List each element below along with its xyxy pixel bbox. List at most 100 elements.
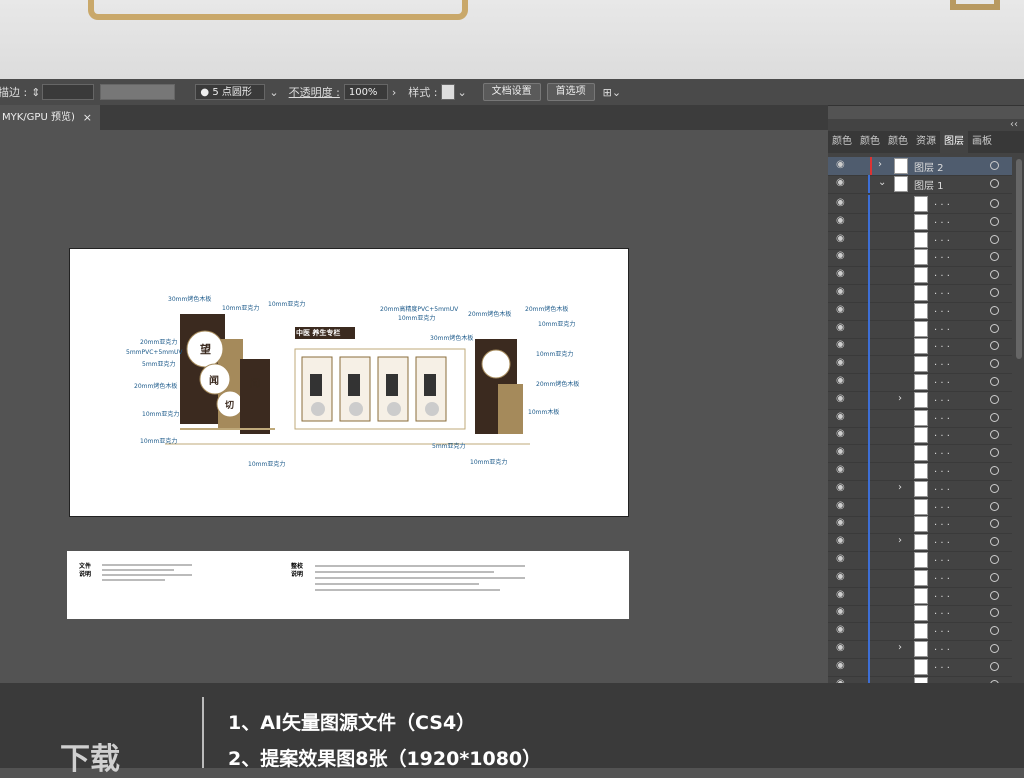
target-icon[interactable] bbox=[990, 179, 999, 188]
eye-icon[interactable]: ◉ bbox=[836, 375, 845, 386]
eye-icon[interactable]: ◉ bbox=[836, 411, 845, 422]
chevron-right-icon[interactable]: › bbox=[898, 642, 902, 653]
target-icon[interactable] bbox=[990, 448, 999, 458]
eye-icon[interactable]: ◉ bbox=[836, 553, 845, 564]
eye-icon[interactable]: ◉ bbox=[836, 268, 845, 279]
eye-icon[interactable]: ◉ bbox=[836, 357, 845, 368]
eye-icon[interactable]: ◉ bbox=[836, 197, 845, 208]
sublayer-row[interactable]: ◉ . . . bbox=[828, 444, 1012, 464]
collapse-icon[interactable]: ‹‹ bbox=[1010, 119, 1018, 130]
chevron-right-icon[interactable]: › bbox=[392, 86, 396, 99]
sublayer-row[interactable]: ◉ › . . . bbox=[828, 640, 1012, 659]
chevron-right-icon[interactable]: › bbox=[878, 159, 882, 170]
eye-icon[interactable]: ◉ bbox=[836, 571, 845, 582]
stroke-width-input[interactable] bbox=[42, 84, 95, 100]
style-swatch[interactable] bbox=[441, 84, 456, 100]
chevron-right-icon[interactable]: › bbox=[898, 393, 902, 404]
target-icon[interactable] bbox=[990, 537, 999, 547]
target-icon[interactable] bbox=[990, 661, 999, 671]
sublayer-row[interactable]: ◉ . . . bbox=[828, 266, 1012, 286]
target-icon[interactable] bbox=[990, 359, 999, 369]
target-icon[interactable] bbox=[990, 430, 999, 440]
eye-icon[interactable]: ◉ bbox=[836, 660, 845, 671]
target-icon[interactable] bbox=[990, 216, 999, 226]
target-icon[interactable] bbox=[990, 252, 999, 262]
sublayer-row[interactable]: ◉ . . . bbox=[828, 301, 1012, 321]
tab-color[interactable]: 颜色 bbox=[884, 131, 912, 153]
sublayer-row[interactable]: ◉ . . . bbox=[828, 319, 1012, 339]
artboard-notes[interactable]: 文件 说明 整校 说明 bbox=[67, 551, 629, 619]
eye-icon[interactable]: ◉ bbox=[836, 589, 845, 600]
target-icon[interactable] bbox=[990, 288, 999, 297]
target-icon[interactable] bbox=[990, 626, 999, 636]
target-icon[interactable] bbox=[990, 341, 999, 351]
eye-icon[interactable]: ◉ bbox=[836, 517, 845, 528]
chevron-down-icon[interactable]: ⌄ bbox=[878, 177, 886, 188]
document-setup-button[interactable]: 文档设置 bbox=[482, 83, 541, 101]
sublayer-row[interactable]: ◉ . . . bbox=[828, 355, 1012, 375]
target-icon[interactable] bbox=[990, 161, 999, 170]
eye-icon[interactable]: ◉ bbox=[836, 606, 845, 617]
sublayer-row[interactable]: ◉ › . . . bbox=[828, 479, 1012, 499]
target-icon[interactable] bbox=[990, 323, 999, 333]
target-icon[interactable] bbox=[990, 199, 999, 208]
target-icon[interactable] bbox=[990, 555, 999, 564]
target-icon[interactable] bbox=[990, 270, 999, 280]
sublayer-row[interactable]: ◉ . . . bbox=[828, 230, 1012, 250]
eye-icon[interactable]: ◉ bbox=[836, 177, 845, 188]
eye-icon[interactable]: ◉ bbox=[836, 446, 845, 457]
chevron-down-icon[interactable]: ⌄ bbox=[457, 86, 466, 99]
sublayer-row[interactable]: ◉ . . . bbox=[828, 462, 1012, 481]
eye-icon[interactable]: ◉ bbox=[836, 304, 845, 315]
tab-color[interactable]: 颜色 bbox=[856, 131, 884, 153]
chevron-right-icon[interactable]: › bbox=[898, 535, 902, 546]
sublayer-row[interactable]: ◉ . . . bbox=[828, 248, 1012, 268]
sublayer-row[interactable]: ◉ . . . bbox=[828, 604, 1012, 624]
target-icon[interactable] bbox=[990, 377, 999, 386]
eye-icon[interactable]: ◉ bbox=[836, 393, 845, 404]
eye-icon[interactable]: ◉ bbox=[836, 339, 845, 350]
eye-icon[interactable]: ◉ bbox=[836, 624, 845, 635]
sublayer-row[interactable]: ◉ . . . bbox=[828, 212, 1012, 232]
preferences-button[interactable]: 首选项 bbox=[546, 83, 595, 101]
sublayer-row[interactable]: ◉ . . . bbox=[828, 373, 1012, 392]
eye-icon[interactable]: ◉ bbox=[836, 500, 845, 511]
target-icon[interactable] bbox=[990, 412, 999, 422]
artboard-main[interactable]: 30mm烤色木板 10mm亚克力 10mm亚克力 20mm高精度PVC+5mmU… bbox=[69, 248, 629, 517]
target-icon[interactable] bbox=[990, 501, 999, 511]
eye-icon[interactable]: ◉ bbox=[836, 322, 845, 333]
chevron-down-icon[interactable]: ⌄ bbox=[269, 86, 278, 99]
stroke-color-swatch[interactable] bbox=[100, 84, 176, 100]
eye-icon[interactable]: ◉ bbox=[836, 464, 845, 475]
sublayer-row[interactable]: ◉ . . . bbox=[828, 657, 1012, 677]
target-icon[interactable] bbox=[990, 608, 999, 618]
sublayer-row[interactable]: ◉ . . . bbox=[828, 408, 1012, 428]
eye-icon[interactable]: ◉ bbox=[836, 428, 845, 439]
eye-icon[interactable]: ◉ bbox=[836, 250, 845, 261]
sublayer-row[interactable]: ◉ . . . bbox=[828, 568, 1012, 588]
sublayer-row[interactable]: ◉ . . . bbox=[828, 426, 1012, 446]
eye-icon[interactable]: ◉ bbox=[836, 482, 845, 493]
target-icon[interactable] bbox=[990, 234, 999, 244]
target-icon[interactable] bbox=[990, 483, 999, 493]
sublayer-row[interactable]: ◉ . . . bbox=[828, 337, 1012, 357]
eye-icon[interactable]: ◉ bbox=[836, 535, 845, 546]
tab-assets[interactable]: 资源 bbox=[912, 131, 940, 153]
tab-color[interactable]: 颜色 bbox=[828, 131, 856, 153]
tab-artboards[interactable]: 画板 bbox=[968, 131, 996, 153]
sublayer-row[interactable]: ◉ . . . bbox=[828, 284, 1012, 303]
eye-icon[interactable]: ◉ bbox=[836, 215, 845, 226]
target-icon[interactable] bbox=[990, 590, 999, 600]
arrange-icon[interactable]: ⊞⌄ bbox=[603, 86, 621, 99]
sublayer-row[interactable]: ◉ . . . bbox=[828, 515, 1012, 535]
target-icon[interactable] bbox=[990, 466, 999, 475]
opacity-input[interactable]: 100% bbox=[343, 84, 388, 100]
target-icon[interactable] bbox=[990, 644, 999, 653]
close-icon[interactable]: × bbox=[83, 105, 92, 130]
panel-scrollbar[interactable] bbox=[1016, 159, 1022, 359]
layer-row[interactable]: ◉ ⌄ 图层 1 bbox=[828, 175, 1012, 194]
sublayer-row[interactable]: ◉ . . . bbox=[828, 551, 1012, 570]
chevron-right-icon[interactable]: › bbox=[898, 482, 902, 493]
eye-icon[interactable]: ◉ bbox=[836, 233, 845, 244]
target-icon[interactable] bbox=[990, 394, 999, 404]
